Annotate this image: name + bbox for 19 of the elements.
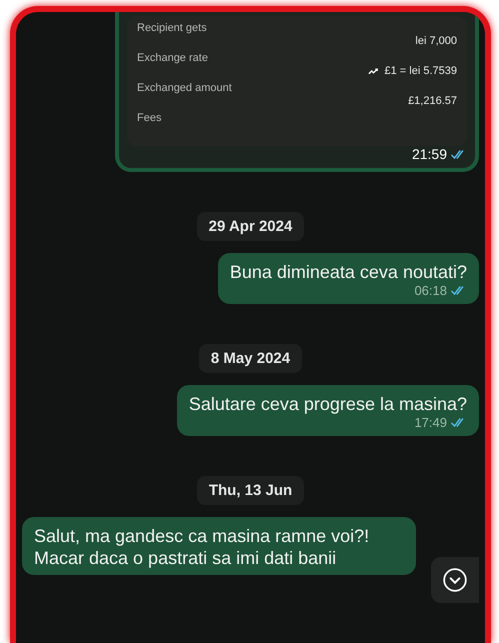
message-text: Salutare ceva progrese la masina?	[188, 393, 467, 415]
message-text: Salut, ma gandesc ca masina ramne voi?!	[34, 525, 370, 547]
detail-label: Fees	[137, 112, 162, 124]
detail-value: £1,216.57	[408, 95, 457, 107]
message-text: Macar daca o pastrati sa imi dati banii	[34, 547, 338, 569]
detail-value: £1 = lei 5.7539	[384, 65, 457, 77]
detail-value: lei 7,000	[415, 35, 457, 47]
message-time: 21:59	[412, 146, 447, 162]
detail-label: Recipient gets	[137, 22, 208, 34]
date-chip: 8 May 2024	[198, 344, 302, 373]
message-text: Buna dimineata ceva noutati?	[230, 261, 467, 283]
message-time: 06:18	[414, 283, 447, 298]
detail-label: Exchanged amount	[137, 82, 233, 94]
chevron-down-icon	[442, 567, 468, 593]
message-time: 17:49	[414, 415, 447, 430]
detail-label: Exchange rate	[137, 52, 209, 64]
scroll-down-button[interactable]	[431, 557, 479, 603]
date-chip: Thu, 13 Jun	[196, 476, 304, 505]
date-chip: 29 Apr 2024	[196, 212, 304, 241]
